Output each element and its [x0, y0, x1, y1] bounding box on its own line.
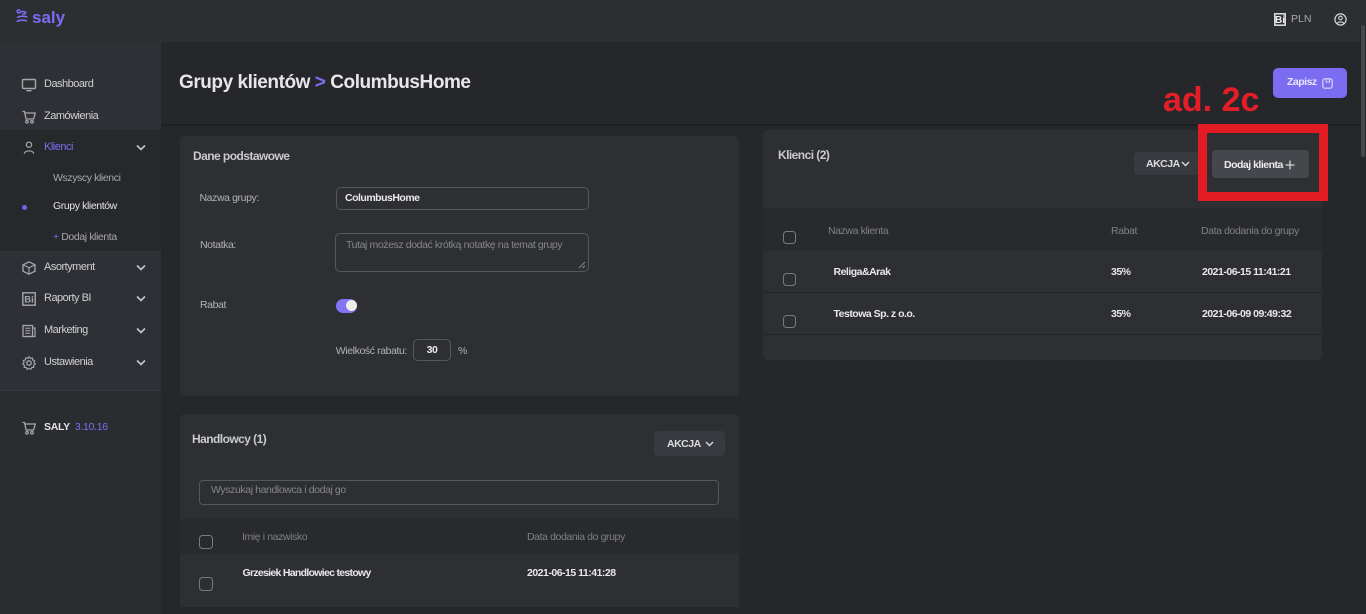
svg-text:Bi: Bi: [24, 295, 34, 306]
svg-text:Bi: Bi: [1275, 15, 1285, 26]
